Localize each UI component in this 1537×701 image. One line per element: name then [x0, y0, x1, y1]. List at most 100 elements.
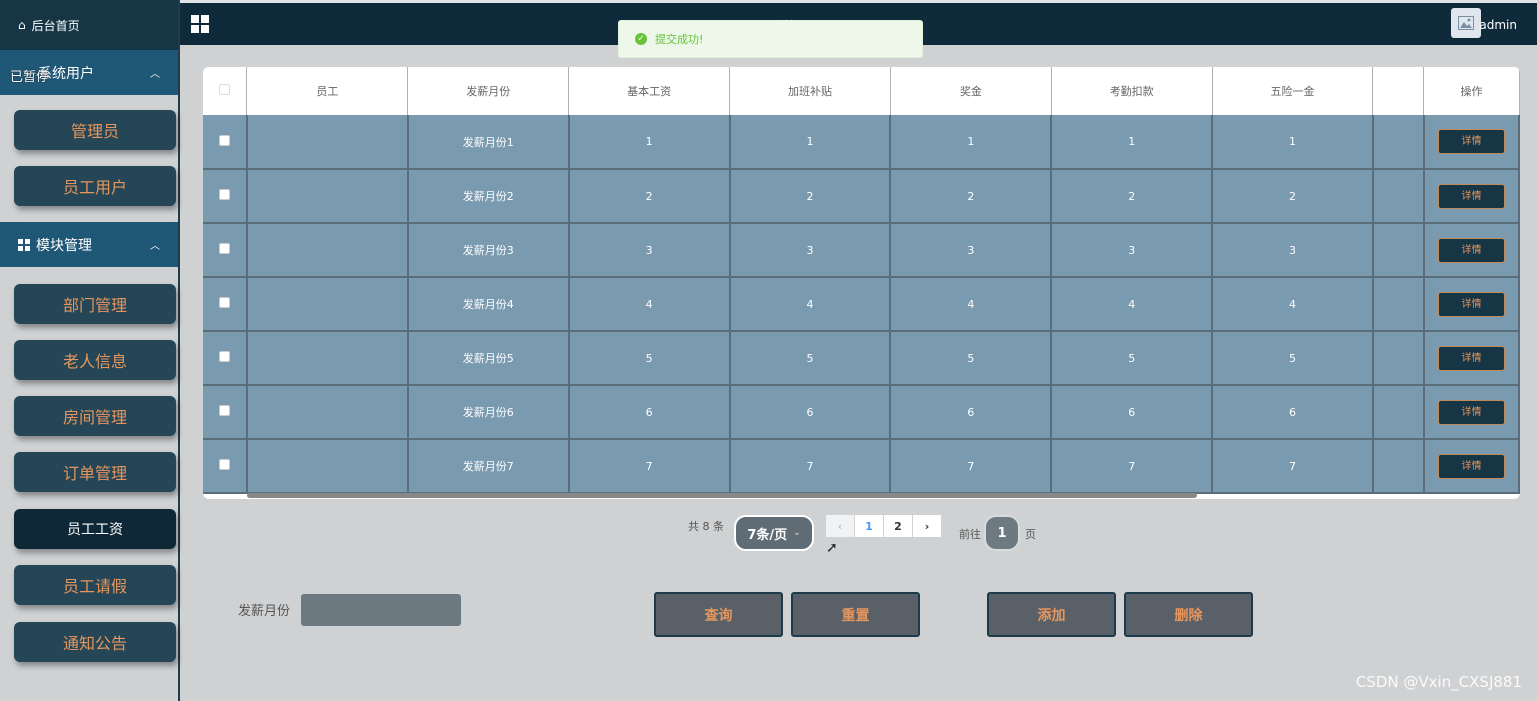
table-header-row: 员工 发薪月份 基本工资 加班补贴 奖金 考勤扣款 五险一金 操作 [203, 67, 1520, 115]
table-row: 发薪月份1 1 1 1 1 1 详情 [203, 115, 1520, 170]
sidebar-item-label: 订单管理 [62, 464, 127, 483]
table-cell-bonus: 2 [890, 169, 1053, 224]
menu-group-label: 模块管理 [36, 237, 92, 254]
row-select-cell[interactable] [203, 385, 248, 440]
table-row: 发薪月份5 5 5 5 5 5 详情 [203, 331, 1520, 386]
table-cell-extra [1372, 277, 1425, 332]
table-cell-extra [1372, 385, 1425, 440]
select-all-cell[interactable] [203, 67, 248, 115]
table-row: 发薪月份6 6 6 6 6 6 详情 [203, 385, 1520, 440]
row-select-cell[interactable] [203, 331, 248, 386]
actions-cell: 详情 [1423, 169, 1520, 224]
page-1-button[interactable]: 1 [855, 515, 883, 537]
table-cell-extra [1372, 115, 1425, 170]
detail-button[interactable]: 详情 [1437, 399, 1505, 425]
column-header: 奖金 [890, 67, 1052, 115]
chevron-up-icon: ︿ [150, 241, 160, 252]
row-checkbox[interactable] [218, 134, 230, 146]
menu-grid-icon[interactable] [191, 15, 209, 33]
table-cell-overtime: 5 [729, 331, 892, 386]
sidebar-item-elderly-info[interactable]: 老人信息 [14, 340, 176, 380]
page-2-button[interactable]: 2 [884, 515, 912, 537]
salary-table: 员工 发薪月份 基本工资 加班补贴 奖金 考勤扣款 五险一金 操作 发薪月份1 1… [203, 67, 1520, 499]
add-button[interactable]: 添加 [987, 592, 1116, 637]
table-cell-employee [246, 331, 409, 386]
sidebar-item-orders[interactable]: 订单管理 [14, 452, 176, 492]
column-header: 员工 [246, 67, 409, 115]
table-cell-overtime: 6 [729, 385, 892, 440]
table-cell-month: 发薪月份4 [407, 277, 570, 332]
actions-cell: 详情 [1423, 439, 1520, 494]
sidebar-item-label: 通知公告 [62, 634, 127, 653]
table-cell-extra [1372, 223, 1425, 278]
table-cell-bonus: 4 [890, 277, 1053, 332]
row-checkbox[interactable] [218, 189, 230, 200]
row-checkbox[interactable] [218, 351, 230, 362]
row-checkbox[interactable] [218, 405, 230, 416]
sidebar-item-salary[interactable]: 员工工资 [14, 509, 176, 549]
column-header: 加班补贴 [729, 67, 891, 115]
page-suffix: 页 [1025, 528, 1036, 541]
row-select-cell[interactable] [203, 169, 248, 224]
row-checkbox[interactable] [218, 459, 230, 470]
table-cell-bonus: 5 [890, 331, 1053, 386]
table-cell-extra [1372, 169, 1425, 224]
column-header: 五险一金 [1212, 67, 1374, 115]
next-page-button[interactable]: › [913, 515, 941, 537]
menu-group-modules[interactable]: 模块管理 ︿ [0, 222, 178, 267]
watermark-text: CSDN @Vxin_CXSJ881 [1355, 673, 1522, 691]
table-cell-overtime: 7 [729, 439, 892, 494]
table-cell-insurance: 6 [1212, 385, 1374, 440]
table-cell-employee [246, 223, 409, 278]
column-header: 发薪月份 [407, 67, 570, 115]
page-size-value: 7条/页 [747, 527, 788, 543]
user-name[interactable]: admin [1479, 18, 1517, 32]
goto-page-input[interactable]: 1 [984, 515, 1020, 551]
table-cell-bonus: 6 [890, 385, 1053, 440]
row-select-cell[interactable] [203, 439, 248, 494]
table-cell-insurance: 4 [1212, 277, 1374, 332]
sidebar-item-label: 员工用户 [62, 178, 127, 197]
pay-month-search-input[interactable] [298, 591, 464, 629]
sidebar-item-admin[interactable]: 管理员 [14, 110, 176, 150]
table-row: 发薪月份7 7 7 7 7 7 详情 [203, 439, 1520, 494]
detail-button[interactable]: 详情 [1437, 291, 1505, 317]
sidebar-item-employee-users[interactable]: 员工用户 [14, 166, 176, 206]
sidebar-item-leave[interactable]: 员工请假 [14, 565, 176, 605]
sidebar-item-departments[interactable]: 部门管理 [14, 284, 176, 324]
select-all-checkbox[interactable] [219, 84, 231, 95]
sidebar-item-rooms[interactable]: 房间管理 [14, 396, 176, 436]
row-select-cell[interactable] [203, 115, 248, 170]
row-checkbox[interactable] [218, 297, 230, 308]
prev-page-button[interactable]: ‹ [826, 515, 854, 537]
delete-button[interactable]: 删除 [1124, 592, 1253, 637]
table-cell-deduction: 7 [1051, 439, 1214, 494]
reset-button[interactable]: 重置 [791, 592, 920, 637]
table-cell-overtime: 3 [729, 223, 892, 278]
detail-button[interactable]: 详情 [1437, 129, 1505, 154]
table-cell-extra [1372, 439, 1425, 494]
row-select-cell[interactable] [203, 223, 248, 278]
table-cell-month: 发薪月份7 [407, 439, 570, 494]
row-select-cell[interactable] [203, 277, 248, 332]
table-cell-base: 4 [568, 277, 731, 332]
table-cell-base: 6 [568, 385, 731, 440]
page-size-select[interactable]: 7条/页 ⌄ [734, 515, 814, 551]
row-checkbox[interactable] [218, 243, 230, 254]
home-icon: ⌂ [18, 18, 26, 32]
table-cell-deduction: 1 [1051, 115, 1214, 170]
sidebar-home-link[interactable]: ⌂ 后台首页 [0, 0, 178, 50]
detail-button[interactable]: 详情 [1437, 183, 1505, 209]
avatar[interactable] [1451, 8, 1481, 38]
table-cell-insurance: 3 [1212, 223, 1374, 278]
sidebar-item-label: 员工工资 [67, 522, 123, 538]
detail-button[interactable]: 详情 [1437, 237, 1505, 263]
detail-button[interactable]: 详情 [1437, 345, 1505, 371]
column-header [1372, 67, 1425, 115]
table-cell-deduction: 6 [1051, 385, 1214, 440]
query-button[interactable]: 查询 [654, 592, 783, 637]
table-row: 发薪月份3 3 3 3 3 3 详情 [203, 223, 1520, 278]
horizontal-scrollbar[interactable] [247, 493, 1197, 498]
detail-button[interactable]: 详情 [1437, 453, 1505, 479]
sidebar-item-notices[interactable]: 通知公告 [14, 622, 176, 662]
